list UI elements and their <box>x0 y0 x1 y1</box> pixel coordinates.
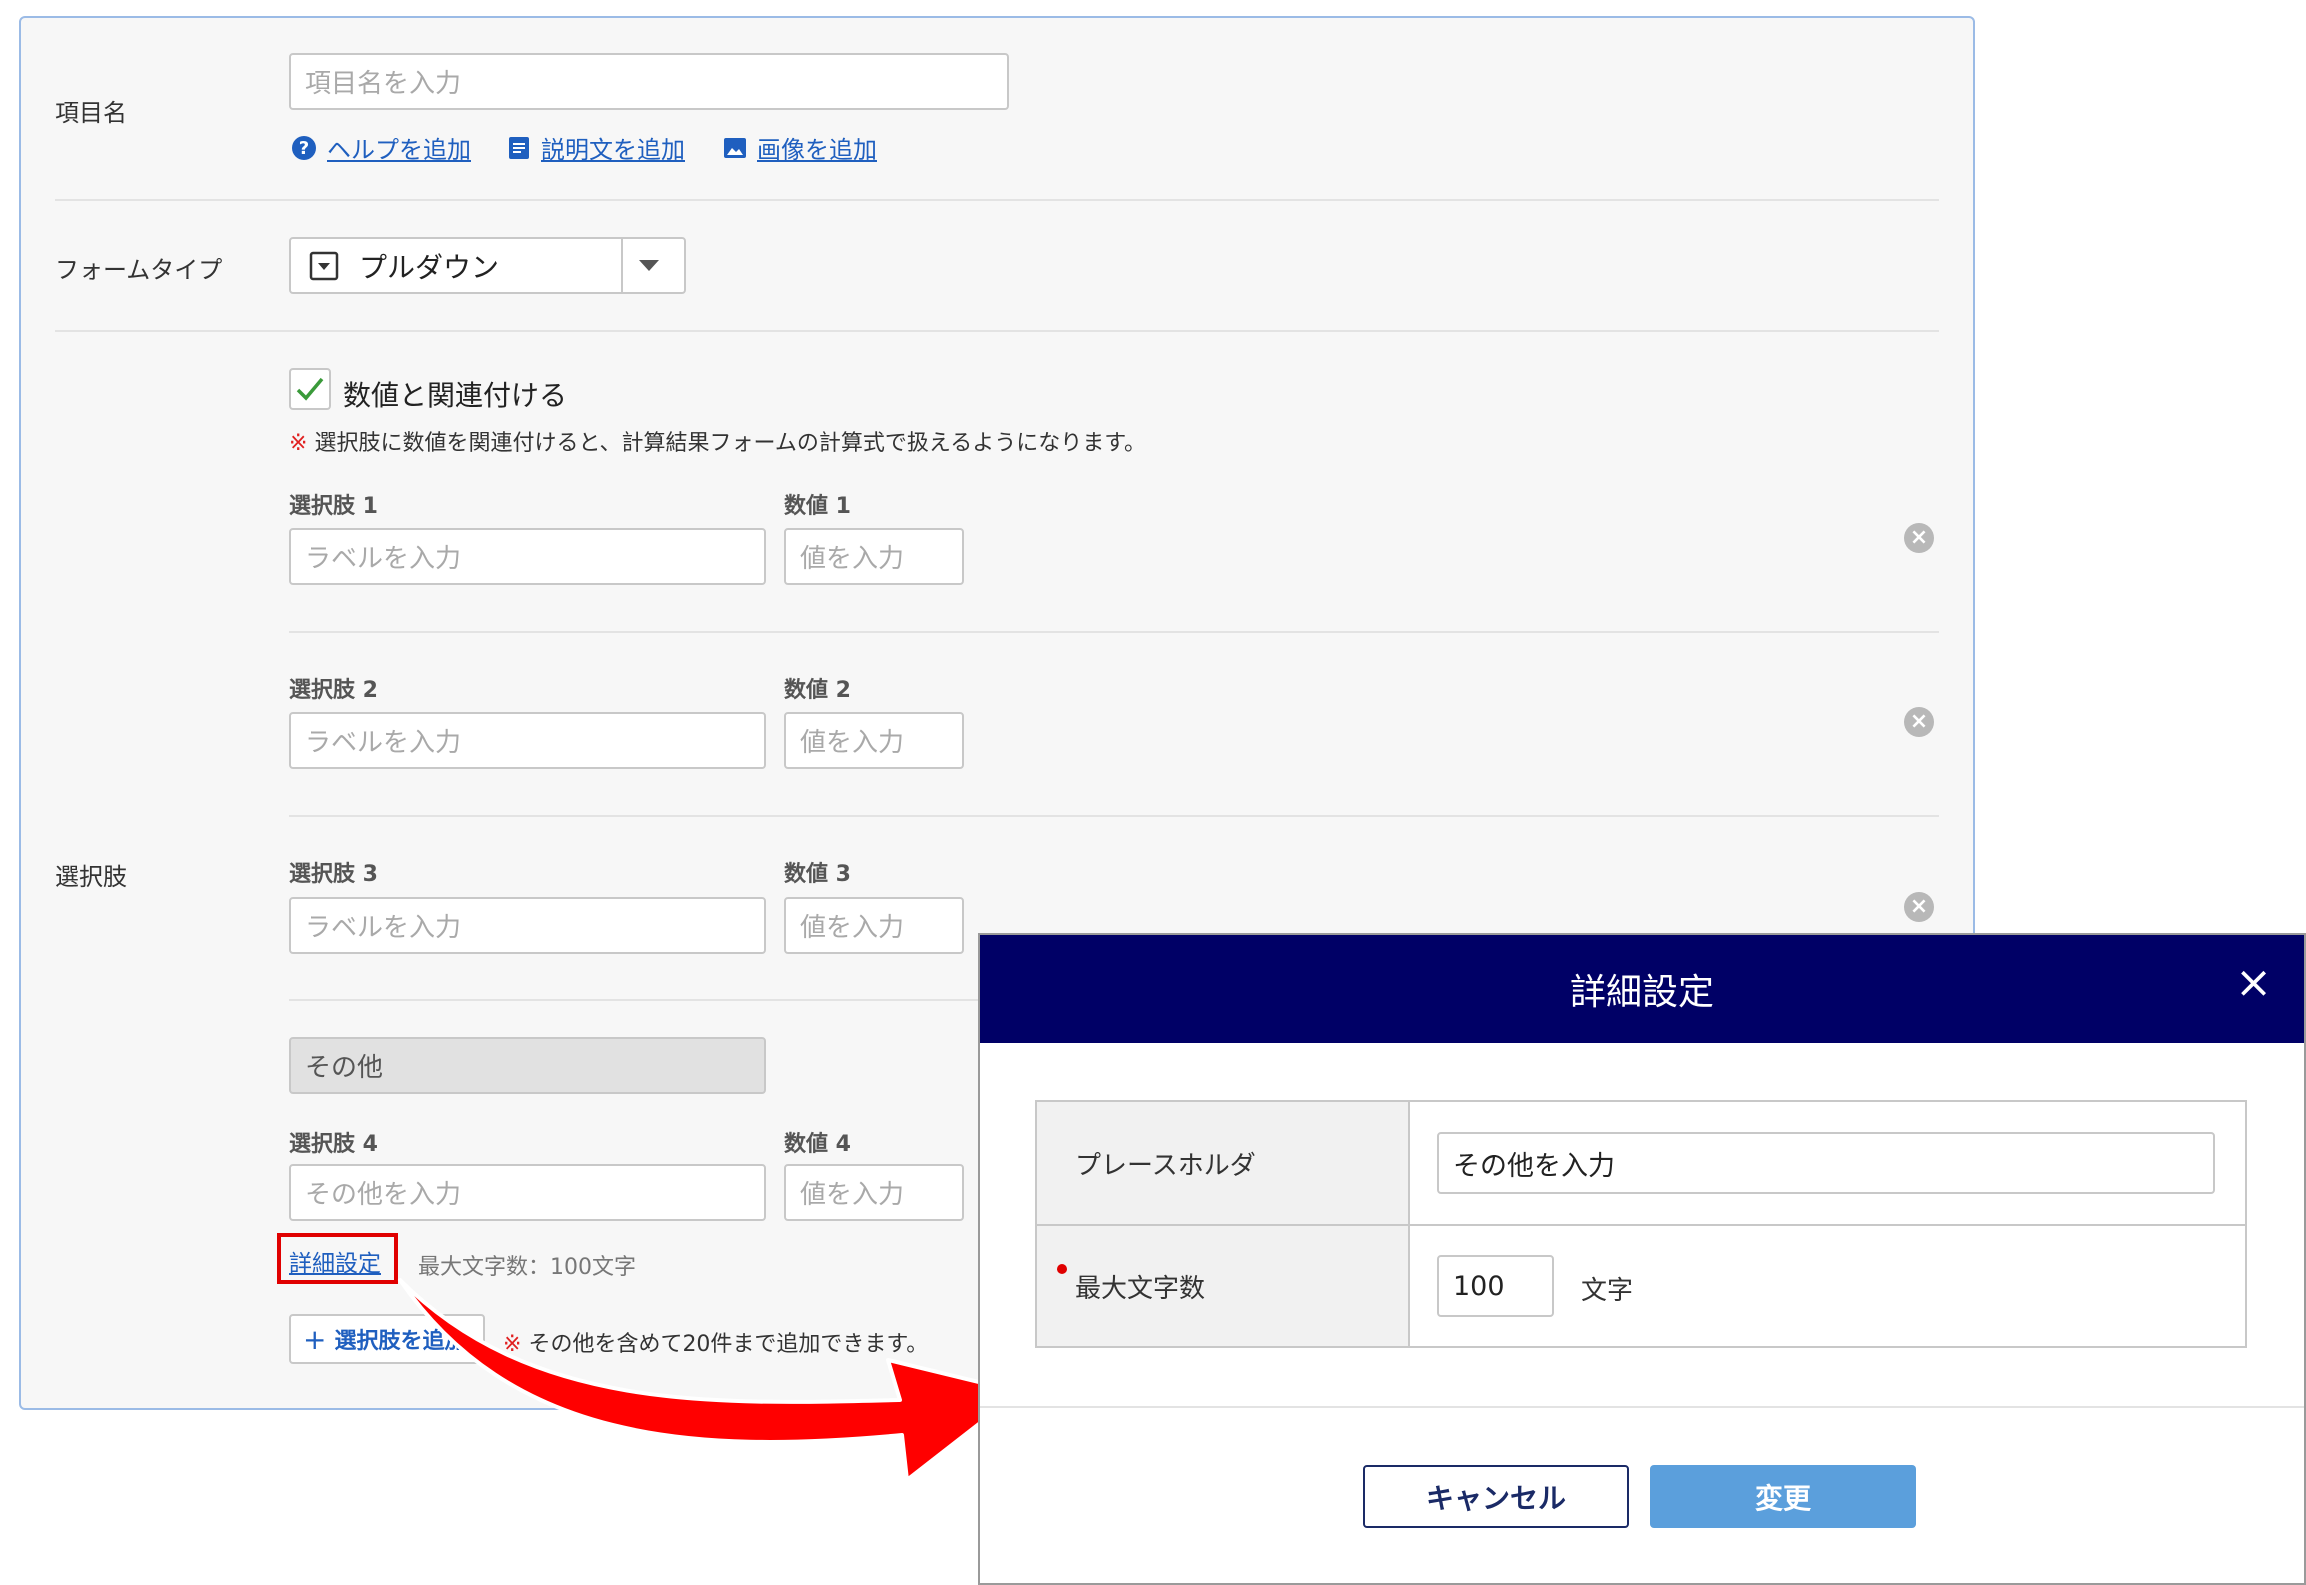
select-divider <box>621 237 623 294</box>
remove-choice-3-icon[interactable]: × <box>1904 892 1934 922</box>
modal-title: 詳細設定 <box>1569 972 1714 1013</box>
value-4-caption: 数値 4 <box>784 1132 851 1157</box>
add-help-link[interactable]: ? ヘルプを追加 <box>291 130 471 165</box>
max-chars-input[interactable]: 100 <box>1437 1255 1554 1317</box>
arrow-annotation <box>398 1278 1020 1482</box>
form-type-select[interactable]: プルダウン <box>289 237 686 294</box>
add-image-link[interactable]: 画像を追加 <box>723 130 877 165</box>
change-button[interactable]: 変更 <box>1650 1465 1916 1528</box>
max-chars-row-label: 最大文字数 <box>1037 1226 1408 1346</box>
value-3-caption: 数値 3 <box>784 862 851 887</box>
item-name-label: 項目名 <box>55 99 127 127</box>
remove-choice-2-icon[interactable]: × <box>1904 707 1934 737</box>
cancel-button[interactable]: キャンセル <box>1363 1465 1629 1528</box>
divider <box>289 815 1939 817</box>
form-type-value: プルダウン <box>359 250 500 284</box>
choice-2-caption: 選択肢 2 <box>289 678 378 703</box>
placeholder-input[interactable]: その他を入力 <box>1437 1132 2215 1194</box>
plus-icon: + <box>303 1322 327 1356</box>
image-icon <box>724 137 746 158</box>
value-1-caption: 数値 1 <box>784 494 851 519</box>
choice-4-label-input[interactable]: その他を入力 <box>289 1164 766 1221</box>
settings-table: プレースホルダ その他を入力 最大文字数 100 文字 <box>1035 1100 2247 1348</box>
choice-1-caption: 選択肢 1 <box>289 494 378 519</box>
other-choice-field: その他 <box>289 1037 766 1094</box>
note-mark: ※ <box>289 431 308 456</box>
check-icon <box>296 377 324 401</box>
item-name-input[interactable]: 項目名を入力 <box>289 53 1009 110</box>
placeholder-label: プレースホルダ <box>1075 1150 1256 1181</box>
choice-3-caption: 選択肢 3 <box>289 862 378 887</box>
max-chars-unit: 文字 <box>1581 1276 1634 1306</box>
modal-footer-divider <box>980 1406 2304 1408</box>
description-icon <box>509 136 529 159</box>
choice-1-label-input[interactable]: ラベルを入力 <box>289 528 766 585</box>
add-image-link-label[interactable]: 画像を追加 <box>757 130 877 165</box>
required-indicator-icon <box>1057 1264 1067 1274</box>
choice-2-label-input[interactable]: ラベルを入力 <box>289 712 766 769</box>
link-numbers-note: ※ 選択肢に数値を関連付けると、計算結果フォームの計算式で扱えるようになります。 <box>289 425 1146 457</box>
placeholder-row-label: プレースホルダ <box>1037 1102 1408 1224</box>
svg-text:?: ? <box>299 138 309 159</box>
choice-3-value-input[interactable]: 値を入力 <box>784 897 964 954</box>
choices-label: 選択肢 <box>55 863 127 891</box>
divider <box>289 999 989 1001</box>
link-numbers-checkbox[interactable] <box>289 368 331 410</box>
details-settings-link[interactable]: 詳細設定 <box>289 1244 381 1278</box>
dropdown-icon <box>309 251 339 280</box>
divider <box>289 631 1939 633</box>
add-description-link[interactable]: 説明文を追加 <box>507 130 685 165</box>
choice-4-caption: 選択肢 4 <box>289 1132 378 1157</box>
value-2-caption: 数値 2 <box>784 678 851 703</box>
add-help-link-label[interactable]: ヘルプを追加 <box>327 130 471 165</box>
choice-2-value-input[interactable]: 値を入力 <box>784 712 964 769</box>
note-text: 選択肢に数値を関連付けると、計算結果フォームの計算式で扱えるようになります。 <box>314 431 1147 456</box>
form-type-label: フォームタイプ <box>55 256 223 284</box>
close-icon[interactable]: × <box>2235 957 2272 1008</box>
add-description-link-label[interactable]: 説明文を追加 <box>541 130 685 165</box>
choice-4-value-input[interactable]: 値を入力 <box>784 1164 964 1221</box>
help-icon: ? <box>292 135 316 160</box>
details-settings-modal: 詳細設定 × プレースホルダ その他を入力 最大文字数 100 文字 キャンセル… <box>978 933 2306 1585</box>
modal-header: 詳細設定 <box>980 935 2304 1043</box>
divider <box>55 199 1939 201</box>
caret-down-icon[interactable] <box>639 259 659 272</box>
max-chars-label: 最大文字数 <box>1075 1273 1206 1304</box>
link-numbers-label: 数値と関連付ける <box>343 379 568 412</box>
remove-choice-1-icon[interactable]: × <box>1904 523 1934 553</box>
choice-1-value-input[interactable]: 値を入力 <box>784 528 964 585</box>
divider <box>55 330 1939 332</box>
choice-3-label-input[interactable]: ラベルを入力 <box>289 897 766 954</box>
